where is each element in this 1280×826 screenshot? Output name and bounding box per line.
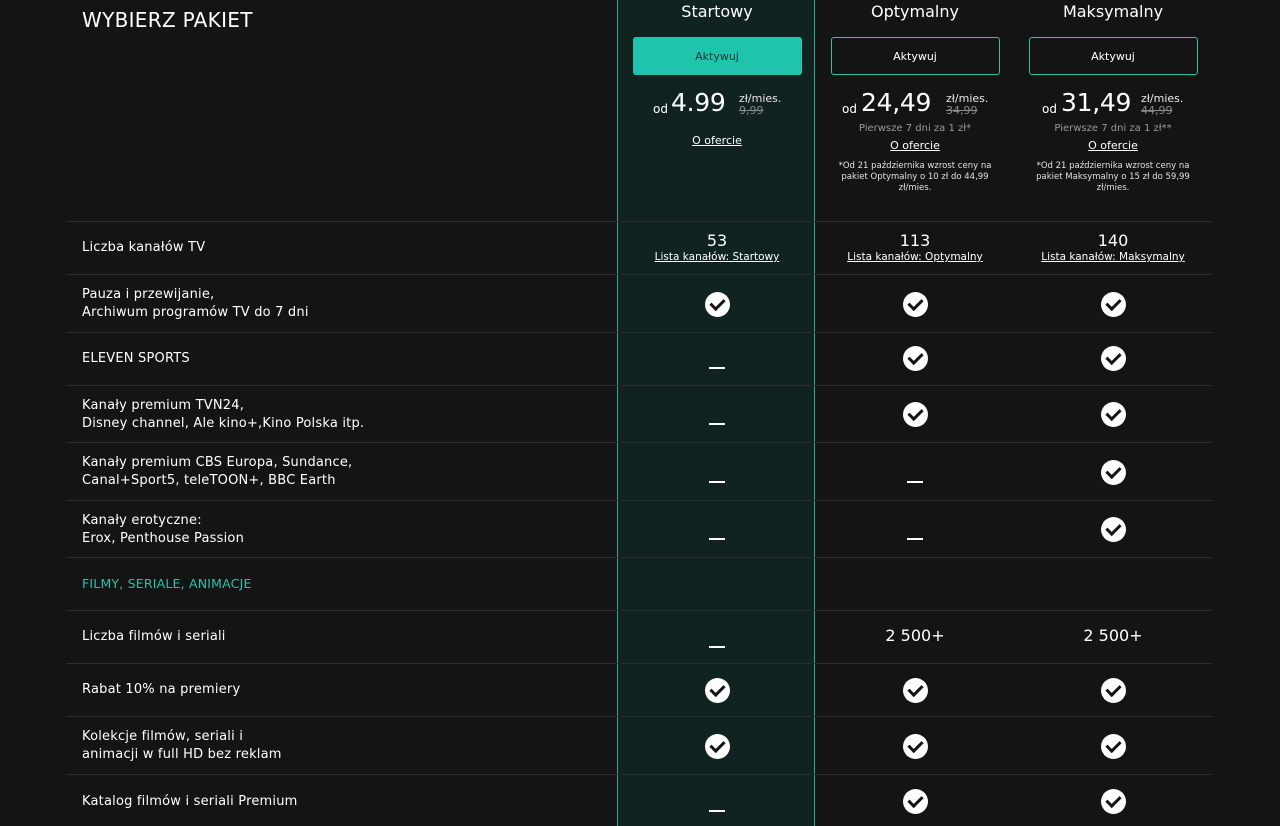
check-icon [704, 734, 730, 759]
check-icon [1100, 402, 1126, 427]
channels-count: 140 [1097, 231, 1129, 250]
price-prefix: od [1042, 102, 1057, 116]
row-label-line: Archiwum programów TV do 7 dni [82, 305, 309, 320]
dash-icon [907, 537, 923, 540]
row-label: Kanały erotyczne: Erox, Penthouse Passio… [82, 512, 244, 548]
row-label-line: Kanały premium CBS Europa, Sundance, [82, 455, 353, 470]
row-label-line: animacji w full HD bez reklam [82, 747, 282, 762]
row-label: Kolekcje filmów, seriali i animacji w fu… [82, 728, 282, 764]
dash-icon [709, 537, 725, 540]
check-icon [902, 402, 928, 427]
check-icon [902, 292, 928, 317]
row-label-line: Kanały erotyczne: [82, 513, 202, 528]
movies-count-value: 2 500+ [885, 626, 945, 645]
price-amount: 4.99 [671, 88, 726, 117]
offer-link[interactable]: O ofercie [1014, 139, 1212, 153]
old-price: 9,99 [739, 104, 764, 117]
channels-list-link[interactable]: Lista kanałów: Maksymalny [1014, 250, 1212, 264]
row-label-line: Kanały premium TVN24, [82, 398, 245, 413]
dash-icon [709, 809, 725, 812]
channels-list-link[interactable]: Lista kanałów: Optymalny [816, 250, 1014, 264]
row-label-line: Canal+Sport5, teleTOON+, BBC Earth [82, 473, 336, 488]
plan-name: Maksymalny [1062, 2, 1164, 21]
price-prefix: od [653, 102, 668, 116]
price-prefix: od [842, 102, 857, 116]
table-row-movies-count: Liczba filmów i seriali 2 500+ 2 500+ [66, 610, 1212, 664]
price-amount: 31,49 [1061, 88, 1132, 117]
table-row-premium-cbs: Kanały premium CBS Europa, Sundance, Can… [66, 442, 1212, 501]
table-row-pause: Pauza i przewijanie, Archiwum programów … [66, 274, 1212, 333]
offer-link[interactable]: O ofercie [816, 139, 1014, 153]
check-icon [704, 678, 730, 703]
channels-cell-maksymalny: 140 Lista kanałów: Maksymalny [1014, 232, 1212, 264]
check-icon [1100, 517, 1126, 542]
section-title: FILMY, SERIALE, ANIMACJE [82, 576, 252, 591]
row-label: Rabat 10% na premiery [82, 682, 241, 697]
price-amount: 24,49 [861, 88, 932, 117]
check-icon [1100, 460, 1126, 485]
plan-header-optymalny: Optymalny Aktywuj od 24,49 zł/mies. 34,9… [816, 0, 1014, 194]
offer-link[interactable]: O ofercie [618, 134, 816, 148]
section-header-movies: FILMY, SERIALE, ANIMACJE [66, 557, 1212, 611]
row-label: Liczba filmów i seriali [82, 629, 226, 644]
plan-header-maksymalny: Maksymalny Aktywuj od 31,49 zł/mies. 44,… [1014, 0, 1212, 194]
channels-cell-startowy: 53 Lista kanałów: Startowy [618, 232, 816, 264]
check-icon [1100, 734, 1126, 759]
page-title: WYBIERZ PAKIET [82, 8, 253, 32]
activate-maksymalny-button[interactable]: Aktywuj [1028, 37, 1198, 75]
plan-name: Optymalny [871, 2, 959, 21]
table-row-channels: Liczba kanałów TV 53 Lista kanałów: Star… [66, 221, 1212, 275]
check-icon [704, 292, 730, 317]
row-label: ELEVEN SPORTS [82, 351, 190, 366]
row-label-line: Pauza i przewijanie, [82, 287, 215, 302]
check-icon [1100, 292, 1126, 317]
channels-count: 53 [706, 231, 728, 250]
activate-startowy-button[interactable]: Aktywuj [632, 37, 802, 75]
row-label-line: Disney channel, Ale kino+,Kino Polska it… [82, 416, 365, 431]
dash-icon [709, 480, 725, 483]
check-icon [1100, 678, 1126, 703]
check-icon [902, 678, 928, 703]
price: od 4.99 zł/mies. 9,99 [618, 88, 816, 126]
check-icon [1100, 789, 1126, 814]
plan-header-startowy: Startowy Aktywuj od 4.99 zł/mies. 9,99 O… [618, 0, 816, 148]
table-row-discount: Rabat 10% na premiery [66, 663, 1212, 717]
old-price: 34,99 [946, 104, 978, 117]
dash-icon [709, 422, 725, 425]
row-label: Katalog filmów i seriali Premium [82, 794, 298, 809]
table-row-eleven-sports: ELEVEN SPORTS [66, 332, 1212, 386]
check-icon [1100, 346, 1126, 371]
price-note: *Od 21 października wzrost ceny na pakie… [1036, 161, 1190, 193]
check-icon [902, 789, 928, 814]
table-row-erotic: Kanały erotyczne: Erox, Penthouse Passio… [66, 500, 1212, 558]
row-label: Liczba kanałów TV [82, 240, 206, 255]
table-row-collections: Kolekcje filmów, seriali i animacji w fu… [66, 716, 1212, 775]
table-row-catalog: Katalog filmów i seriali Premium [66, 774, 1212, 826]
row-label: Pauza i przewijanie, Archiwum programów … [82, 286, 309, 322]
row-label: Kanały premium TVN24, Disney channel, Al… [82, 397, 364, 433]
row-label-line: Erox, Penthouse Passion [82, 531, 245, 546]
channels-list-link[interactable]: Lista kanałów: Startowy [618, 250, 816, 264]
price-note: *Od 21 października wzrost ceny na pakie… [838, 161, 992, 193]
price: od 31,49 zł/mies. 44,99 [1014, 88, 1212, 126]
dash-icon [907, 480, 923, 483]
price: od 24,49 zł/mies. 34,99 [816, 88, 1014, 126]
check-icon [902, 734, 928, 759]
activate-optymalny-button[interactable]: Aktywuj [830, 37, 1000, 75]
plan-name: Startowy [681, 2, 753, 21]
old-price: 44,99 [1141, 104, 1173, 117]
table-row-premium-tvn: Kanały premium TVN24, Disney channel, Al… [66, 385, 1212, 443]
dash-icon [709, 366, 725, 369]
row-label-line: Kolekcje filmów, seriali i [82, 729, 244, 744]
channels-count: 113 [899, 231, 931, 250]
dash-icon [709, 645, 725, 648]
check-icon [902, 346, 928, 371]
movies-count-value: 2 500+ [1083, 626, 1143, 645]
row-label: Kanały premium CBS Europa, Sundance, Can… [82, 454, 352, 490]
channels-cell-optymalny: 113 Lista kanałów: Optymalny [816, 232, 1014, 264]
